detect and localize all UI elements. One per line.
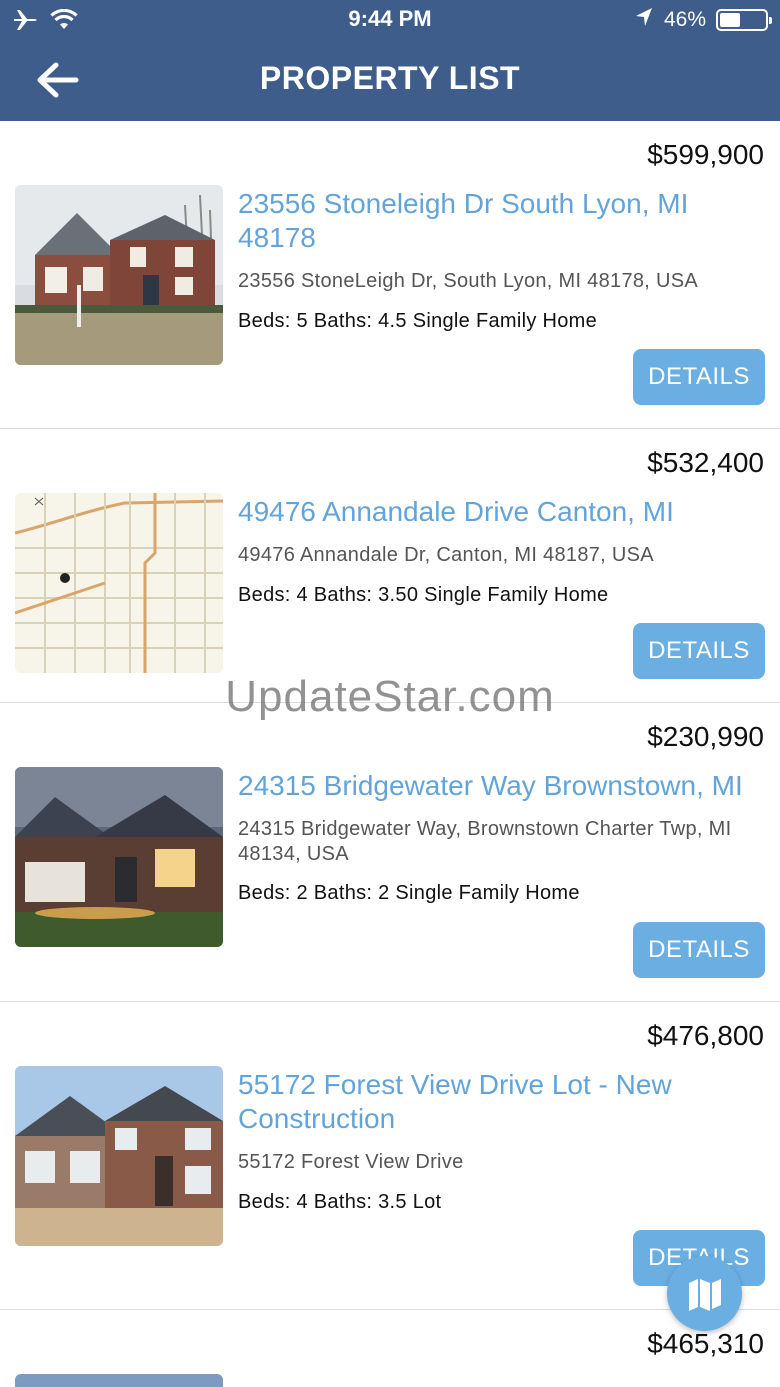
- property-specs: Beds: 2 Baths: 2 Single Family Home: [238, 882, 580, 904]
- property-card: $532,400 49476 Annandale Drive Canton, M…: [0, 429, 780, 703]
- property-photo[interactable]: [15, 1066, 223, 1246]
- property-title-link[interactable]: 23556 Stoneleigh Dr South Lyon, MI 48178: [238, 187, 758, 255]
- property-card: $476,800 55172 Forest View Drive Lot - N…: [0, 1002, 780, 1310]
- details-button[interactable]: DETAILS: [633, 349, 765, 405]
- property-address: 55172 Forest View Drive: [238, 1151, 464, 1173]
- property-address: 24315 Bridgewater Way, Brownstown Charte…: [238, 818, 732, 865]
- property-address: 23556 StoneLeigh Dr, South Lyon, MI 4817…: [238, 270, 699, 292]
- page-title: PROPERTY LIST: [259, 60, 521, 96]
- property-specs: Beds: 4 Baths: 3.50 Single Family Home: [238, 584, 609, 606]
- status-right-icons: 46%: [634, 6, 772, 34]
- property-price: $599,900: [647, 139, 764, 170]
- property-price: $465,310: [647, 1328, 764, 1359]
- details-button[interactable]: DETAILS: [633, 623, 765, 679]
- battery-fill: [720, 13, 740, 27]
- property-card: $230,990 24315 Bridgewater Way Brownstow…: [0, 703, 780, 1002]
- property-price: $476,800: [647, 1020, 764, 1051]
- property-list: $599,900 23556 Stoneleigh Dr South Lyon,…: [0, 121, 780, 1387]
- property-photo[interactable]: [15, 185, 223, 365]
- property-map-image[interactable]: [15, 493, 223, 673]
- battery-percent: 46%: [663, 8, 706, 31]
- status-bar: 9:44 PM 46%: [0, 0, 780, 40]
- nav-bar: PROPERTY LIST: [0, 40, 780, 121]
- battery-icon: [716, 9, 772, 31]
- property-title-link[interactable]: 49476 Annandale Drive Canton, MI: [238, 495, 758, 529]
- details-button[interactable]: DETAILS: [633, 922, 765, 978]
- property-price: $532,400: [647, 447, 764, 478]
- property-title-link[interactable]: 24315 Bridgewater Way Brownstown, MI: [238, 769, 758, 803]
- property-title-link[interactable]: 55172 Forest View Drive Lot - New Constr…: [238, 1068, 758, 1136]
- property-card: $465,310: [0, 1310, 780, 1387]
- property-address: 49476 Annandale Dr, Canton, MI 48187, US…: [238, 544, 654, 566]
- location-arrow-icon: [634, 6, 654, 34]
- property-specs: Beds: 4 Baths: 3.5 Lot: [238, 1191, 442, 1213]
- property-specs: Beds: 5 Baths: 4.5 Single Family Home: [238, 310, 598, 332]
- property-photo[interactable]: [15, 1374, 223, 1387]
- map-view-button[interactable]: [667, 1256, 742, 1331]
- property-photo[interactable]: [15, 767, 223, 947]
- property-card: $599,900 23556 Stoneleigh Dr South Lyon,…: [0, 121, 780, 429]
- property-price: $230,990: [647, 721, 764, 752]
- map-icon: [689, 1279, 721, 1311]
